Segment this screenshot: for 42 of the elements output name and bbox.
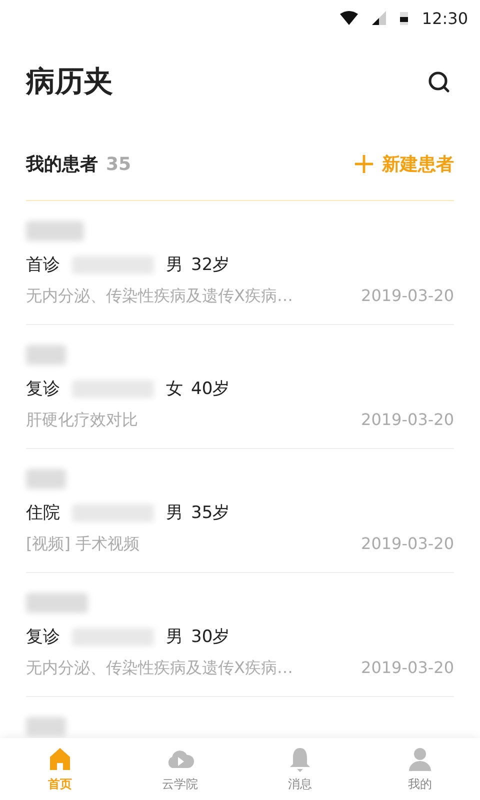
patient-age: 35岁 (191, 502, 230, 524)
wifi-icon (340, 11, 358, 25)
visit-type: 复诊 (26, 626, 60, 648)
record-summary: 无内分泌、传染性疾病及遗传X疾病… (26, 286, 293, 307)
record-summary: 肝硬化疗效对比 (26, 410, 138, 431)
patient-age: 40岁 (191, 378, 230, 400)
record-date: 2019-03-20 (361, 286, 454, 307)
tab-item[interactable]: 消息 (240, 738, 360, 800)
new-patient-button[interactable]: 新建患者 (354, 152, 454, 176)
search-icon[interactable] (428, 71, 450, 93)
section-title: 我的患者 (26, 153, 98, 176)
tab-item[interactable]: 云学院 (120, 738, 240, 800)
patient-gender: 男 (166, 254, 183, 276)
status-time: 12:30 (422, 8, 468, 28)
tab-item[interactable]: 首页 (0, 738, 120, 800)
record-summary: 无内分泌、传染性疾病及遗传X疾病… (26, 658, 293, 679)
record-date: 2019-03-20 (361, 410, 454, 431)
bell-icon (288, 746, 312, 772)
home-icon (47, 746, 73, 772)
visit-type: 住院 (26, 502, 60, 524)
page-title: 病历夹 (26, 63, 113, 100)
record-date: 2019-03-20 (361, 534, 454, 555)
visit-type: 复诊 (26, 378, 60, 400)
tab-item[interactable]: 我的 (360, 738, 480, 800)
blurred-name (26, 593, 88, 613)
patient-gender: 男 (166, 502, 183, 524)
record-date: 2019-03-20 (361, 658, 454, 679)
plus-icon (354, 154, 374, 174)
patient-gender: 女 (166, 378, 183, 400)
blurred-name (26, 221, 84, 241)
signal-icon (372, 11, 386, 25)
battery-icon (400, 11, 408, 25)
record-summary: [视频] 手术视频 (26, 534, 140, 555)
blurred-name (26, 345, 66, 365)
blurred-name (26, 469, 66, 489)
patient-age: 32岁 (191, 254, 230, 276)
patient-count: 35 (106, 154, 132, 174)
blurred-name (26, 717, 66, 737)
visit-type: 首诊 (26, 254, 60, 276)
person-icon (408, 746, 432, 772)
patient-age: 30岁 (191, 626, 230, 648)
patient-gender: 男 (166, 626, 183, 648)
